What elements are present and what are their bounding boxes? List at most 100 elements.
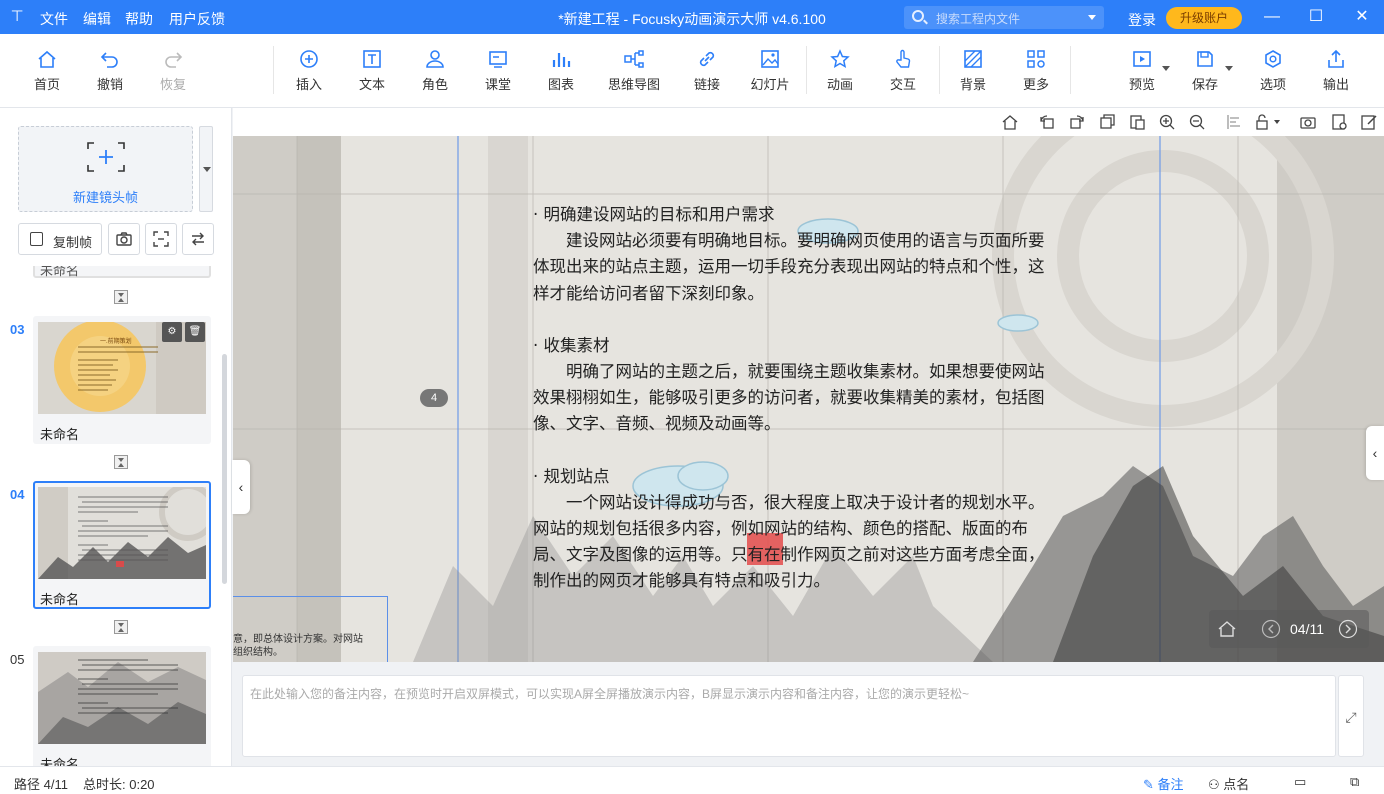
undo-button[interactable]: 撤销 <box>82 48 138 93</box>
copy-icon[interactable] <box>1098 113 1116 131</box>
edit-icon[interactable] <box>1360 113 1378 131</box>
new-frame-button[interactable]: 新建镜头帧 <box>18 126 193 212</box>
slide-button[interactable]: 幻灯片 <box>742 48 798 93</box>
adjacent-frame-peek[interactable]: 意，即总体设计方案。对网站 组织结构。 <box>233 596 388 662</box>
screen-icon[interactable]: ▭ <box>1294 774 1306 790</box>
swap-frame-button[interactable] <box>182 223 214 255</box>
expand-notes-icon[interactable]: ⤢ <box>1338 675 1364 757</box>
trash-icon[interactable]: 🗑 <box>185 322 205 342</box>
frame-item-5[interactable]: 未命名 <box>33 646 211 766</box>
image-icon <box>759 48 781 70</box>
camera-icon[interactable] <box>1299 113 1317 131</box>
search-icon <box>912 10 924 22</box>
peek-text-line: 组织结构。 <box>233 647 283 658</box>
project-search-input[interactable]: 搜索工程内文件 <box>904 6 1104 29</box>
section-body-line: 样才能给访问者留下深刻印象。 <box>533 283 764 303</box>
window-mode-icon[interactable]: ⧉ <box>1350 774 1359 790</box>
frame-number-badge[interactable]: 4 <box>420 389 448 407</box>
expand-right-panel-icon[interactable]: ‹ <box>1366 426 1384 480</box>
section-heading: · 收集素材 <box>533 335 610 355</box>
role-button[interactable]: 角色 <box>407 48 463 93</box>
home-view-icon[interactable] <box>1001 113 1019 131</box>
zoom-out-icon[interactable] <box>1188 113 1206 131</box>
classroom-button[interactable]: 课堂 <box>470 48 526 93</box>
canvas-toolbar <box>233 108 1384 136</box>
menu-file[interactable]: 文件 <box>40 9 68 29</box>
redo-label: 恢复 <box>159 77 186 92</box>
close-icon[interactable]: ✕ <box>1350 7 1374 27</box>
zoom-in-icon[interactable] <box>1158 113 1176 131</box>
transition-icon[interactable] <box>114 620 128 634</box>
next-frame-icon[interactable] <box>1338 619 1358 639</box>
redo-button[interactable]: 恢复 <box>145 48 201 93</box>
status-bar: 路径 4/11 总时长: 0:20 ✎ 备注 ⚇ 点名 ▭ ⧉ <box>0 766 1384 794</box>
maximize-icon[interactable]: ☐ <box>1304 7 1328 27</box>
paste-icon[interactable] <box>1128 113 1146 131</box>
transition-icon[interactable] <box>114 455 128 469</box>
copy-frame-button[interactable]: 复制帧 <box>18 223 102 255</box>
frame-item-3[interactable]: 一.前期策划 ⚙ 🗑 未命名 <box>33 316 211 444</box>
fit-frame-button[interactable] <box>145 223 177 255</box>
lock-icon[interactable] <box>1254 113 1284 131</box>
frame-number: 03 <box>10 322 25 337</box>
menu-edit[interactable]: 编辑 <box>83 9 111 29</box>
rollcall-button[interactable]: ⚇ 点名 <box>1208 774 1249 793</box>
rotate-right-icon[interactable] <box>1068 113 1086 131</box>
play-icon <box>1131 48 1153 70</box>
menu-help[interactable]: 帮助 <box>125 9 153 29</box>
save-dropdown-icon[interactable] <box>1225 66 1233 71</box>
export-button[interactable]: 输出 <box>1308 48 1364 93</box>
slide-canvas[interactable]: 4 · 明确建设网站的目标和用户需求 建设网站必须要有明确地目标。要明确网页使用… <box>233 136 1384 662</box>
prev-frame-icon[interactable] <box>1261 619 1281 639</box>
section-body-line: 局、文字及图像的运用等。只有在制作网页之前对这些方面考虑全面， <box>533 545 1045 565</box>
login-link[interactable]: 登录 <box>1128 10 1156 30</box>
notes-textarea[interactable]: 在此处输入您的备注内容，在预览时开启双屏模式，可以实现A屏全屏播放演示内容，B屏… <box>242 675 1336 757</box>
screenshot-frame-button[interactable] <box>108 223 140 255</box>
align-icon[interactable] <box>1225 113 1243 131</box>
mindmap-button[interactable]: 思维导图 <box>600 48 668 93</box>
background-button[interactable]: 背景 <box>945 48 1001 93</box>
preview-dropdown-icon[interactable] <box>1162 66 1170 71</box>
home-button[interactable]: 首页 <box>19 48 75 93</box>
frame-item-prev[interactable]: 未命名 <box>33 266 211 278</box>
minimize-icon[interactable]: — <box>1260 7 1284 27</box>
text-label: 文本 <box>358 77 385 92</box>
animation-button[interactable]: 动画 <box>812 48 868 93</box>
peek-text-line: 意，即总体设计方案。对网站 <box>233 634 363 645</box>
text-icon <box>361 48 383 70</box>
home-icon[interactable] <box>1217 619 1237 639</box>
options-button[interactable]: 选项 <box>1245 48 1301 93</box>
link-button[interactable]: 链接 <box>679 48 735 93</box>
chevron-down-icon[interactable] <box>1088 15 1096 20</box>
frame-list: 未命名 03 一.前期策划 ⚙ 🗑 未命名 04 未命名 05 未命名 <box>0 266 222 766</box>
transition-icon[interactable] <box>114 290 128 304</box>
chart-button[interactable]: 图表 <box>533 48 589 93</box>
slide-text-block[interactable]: · 明确建设网站的目标和用户需求 建设网站必须要有明确地目标。要明确网页使用的语… <box>533 202 1093 595</box>
settings-doc-icon[interactable] <box>1330 113 1348 131</box>
preview-label: 预览 <box>1128 77 1155 92</box>
insert-button[interactable]: 插入 <box>281 48 337 93</box>
frame-settings-icon[interactable]: ⚙ <box>162 322 182 342</box>
app-logo-icon[interactable]: ⊤ <box>8 8 26 26</box>
title-bar: ⊤ 文件 编辑 帮助 用户反馈 *新建工程 - Focusky动画演示大师 v4… <box>0 0 1384 34</box>
background-icon <box>962 48 984 70</box>
swap-icon <box>192 232 204 246</box>
options-label: 选项 <box>1259 77 1286 92</box>
edit-note-icon: ✎ <box>1143 777 1154 792</box>
more-label: 更多 <box>1022 77 1049 92</box>
menu-feedback[interactable]: 用户反馈 <box>169 9 225 29</box>
notes-toggle[interactable]: ✎ 备注 <box>1143 774 1184 793</box>
rotate-left-icon[interactable] <box>1038 113 1056 131</box>
more-button[interactable]: 更多 <box>1008 48 1064 93</box>
frame-item-4[interactable]: 未命名 <box>33 481 211 609</box>
frame-label: 未命名 <box>40 427 80 442</box>
upgrade-button[interactable]: 升级账户 <box>1166 7 1242 29</box>
path-indicator: 路径 4/11 <box>14 777 68 792</box>
export-icon <box>1325 48 1347 70</box>
frame-list-scrollbar[interactable] <box>222 354 227 584</box>
section-heading: · 规划站点 <box>533 466 610 486</box>
new-frame-dropdown[interactable] <box>199 126 213 212</box>
interaction-button[interactable]: 交互 <box>875 48 931 93</box>
text-button[interactable]: 文本 <box>344 48 400 93</box>
collapse-left-panel-icon[interactable]: ‹ <box>232 460 250 514</box>
